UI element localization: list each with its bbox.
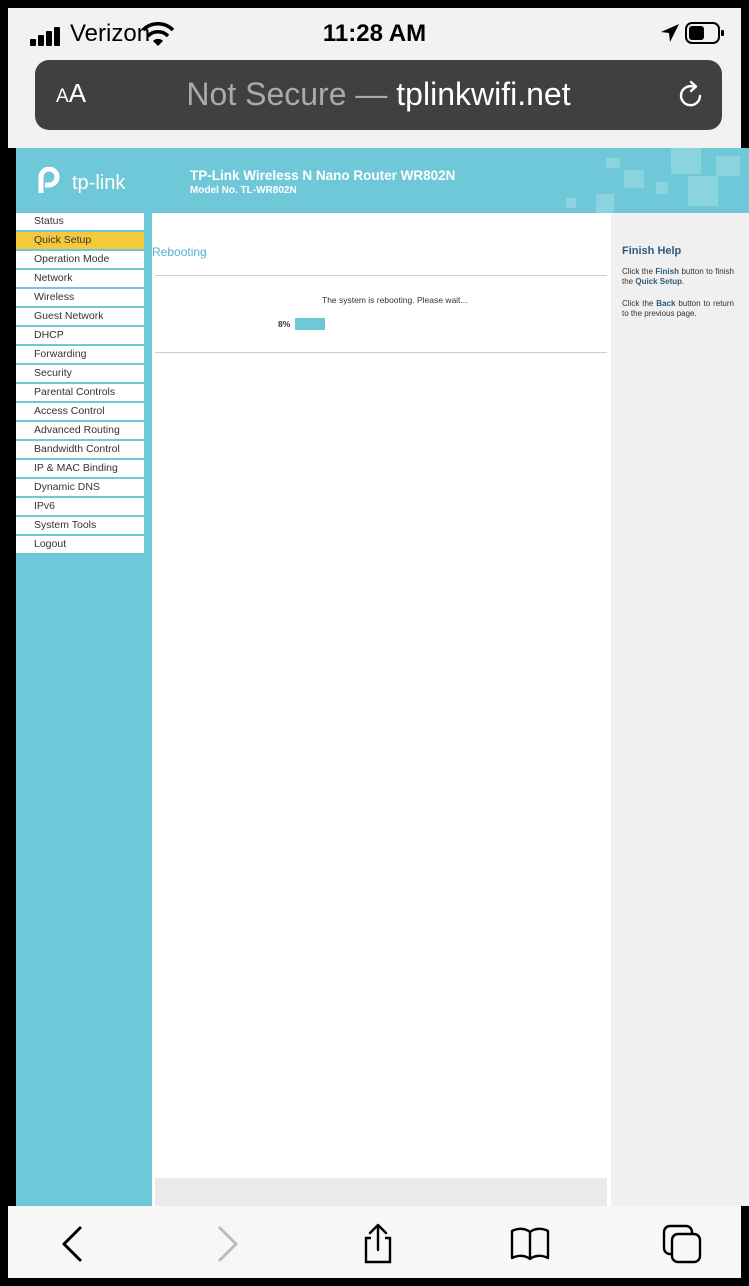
sidebar-item-ip-mac-binding[interactable]: IP & MAC Binding bbox=[16, 460, 144, 479]
not-secure-label: Not Secure bbox=[186, 76, 347, 112]
help-finish-text: Click the Finish button to finish the Qu… bbox=[622, 267, 734, 286]
domain-label: tplinkwifi.net bbox=[396, 76, 571, 112]
tplink-logo-mark-icon bbox=[38, 167, 60, 193]
progress-bar-fill bbox=[295, 318, 325, 330]
footer-bar bbox=[155, 1178, 607, 1206]
router-title: TP-Link Wireless N Nano Router WR802N bbox=[190, 168, 456, 183]
sidebar-item-operation-mode[interactable]: Operation Mode bbox=[16, 251, 144, 270]
sidebar: Status Quick Setup Operation Mode Network Wi… bbox=[16, 213, 152, 1206]
sidebar-item-access-control[interactable]: Access Control bbox=[16, 403, 144, 422]
phone-screen: Verizon 11:28 AM AA Not Secure — tplinkw… bbox=[0, 0, 749, 1286]
sidebar-item-network[interactable]: Network bbox=[16, 270, 144, 289]
sidebar-item-wireless[interactable]: Wireless bbox=[16, 289, 144, 308]
help-back-text: Click the Back button to return to the p… bbox=[622, 299, 734, 318]
forward-chevron-icon[interactable] bbox=[204, 1222, 248, 1266]
help-panel: Finish Help Click the Finish button to f… bbox=[611, 213, 749, 1206]
status-bar: Verizon 11:28 AM bbox=[8, 8, 741, 58]
menu-list: Status Quick Setup Operation Mode Network Wi… bbox=[16, 213, 144, 555]
divider bbox=[155, 352, 607, 353]
safari-toolbar bbox=[8, 1206, 741, 1278]
sidebar-item-quick-setup[interactable]: Quick Setup bbox=[16, 232, 144, 251]
sidebar-item-advanced-routing[interactable]: Advanced Routing bbox=[16, 422, 144, 441]
sidebar-item-parental-controls[interactable]: Parental Controls bbox=[16, 384, 144, 403]
location-arrow-icon bbox=[661, 24, 679, 42]
sidebar-item-logout[interactable]: Logout bbox=[16, 536, 144, 555]
sidebar-item-system-tools[interactable]: System Tools bbox=[16, 517, 144, 536]
safari-top-chrome: Verizon 11:28 AM AA Not Secure — tplinkw… bbox=[8, 8, 741, 148]
sidebar-item-dhcp[interactable]: DHCP bbox=[16, 327, 144, 346]
battery-icon bbox=[685, 22, 724, 44]
sidebar-item-forwarding[interactable]: Forwarding bbox=[16, 346, 144, 365]
progress-percent: 8% bbox=[278, 319, 291, 329]
header-decoration bbox=[606, 158, 620, 168]
share-icon[interactable] bbox=[356, 1222, 400, 1266]
reboot-message: The system is rebooting. Please wait... bbox=[322, 295, 468, 305]
address-bar[interactable]: AA Not Secure — tplinkwifi.net bbox=[35, 60, 722, 130]
router-header: tp-link TP-Link Wireless N Nano Router W… bbox=[16, 148, 749, 213]
reload-icon[interactable] bbox=[675, 79, 707, 111]
page-title: Rebooting bbox=[152, 245, 207, 259]
sidebar-item-status[interactable]: Status bbox=[16, 213, 144, 232]
help-title: Finish Help bbox=[622, 245, 682, 257]
sidebar-item-dynamic-dns[interactable]: Dynamic DNS bbox=[16, 479, 144, 498]
sidebar-item-guest-network[interactable]: Guest Network bbox=[16, 308, 144, 327]
bookmarks-icon[interactable] bbox=[508, 1222, 552, 1266]
tplink-logo: tp-link bbox=[32, 167, 152, 197]
web-content: tp-link TP-Link Wireless N Nano Router W… bbox=[16, 148, 749, 1206]
sidebar-item-security[interactable]: Security bbox=[16, 365, 144, 384]
sidebar-item-ipv6[interactable]: IPv6 bbox=[16, 498, 144, 517]
divider bbox=[155, 275, 607, 276]
sidebar-item-bandwidth-control[interactable]: Bandwidth Control bbox=[16, 441, 144, 460]
tabs-icon[interactable] bbox=[660, 1222, 704, 1266]
url-text[interactable]: Not Secure — tplinkwifi.net bbox=[35, 76, 722, 113]
clock: 11:28 AM bbox=[322, 20, 427, 47]
progress-track bbox=[295, 318, 595, 330]
router-model: Model No. TL-WR802N bbox=[190, 185, 297, 196]
main-panel: Rebooting The system is rebooting. Pleas… bbox=[152, 213, 611, 1206]
logo-text: tp-link bbox=[72, 172, 126, 194]
back-chevron-icon[interactable] bbox=[52, 1222, 96, 1266]
